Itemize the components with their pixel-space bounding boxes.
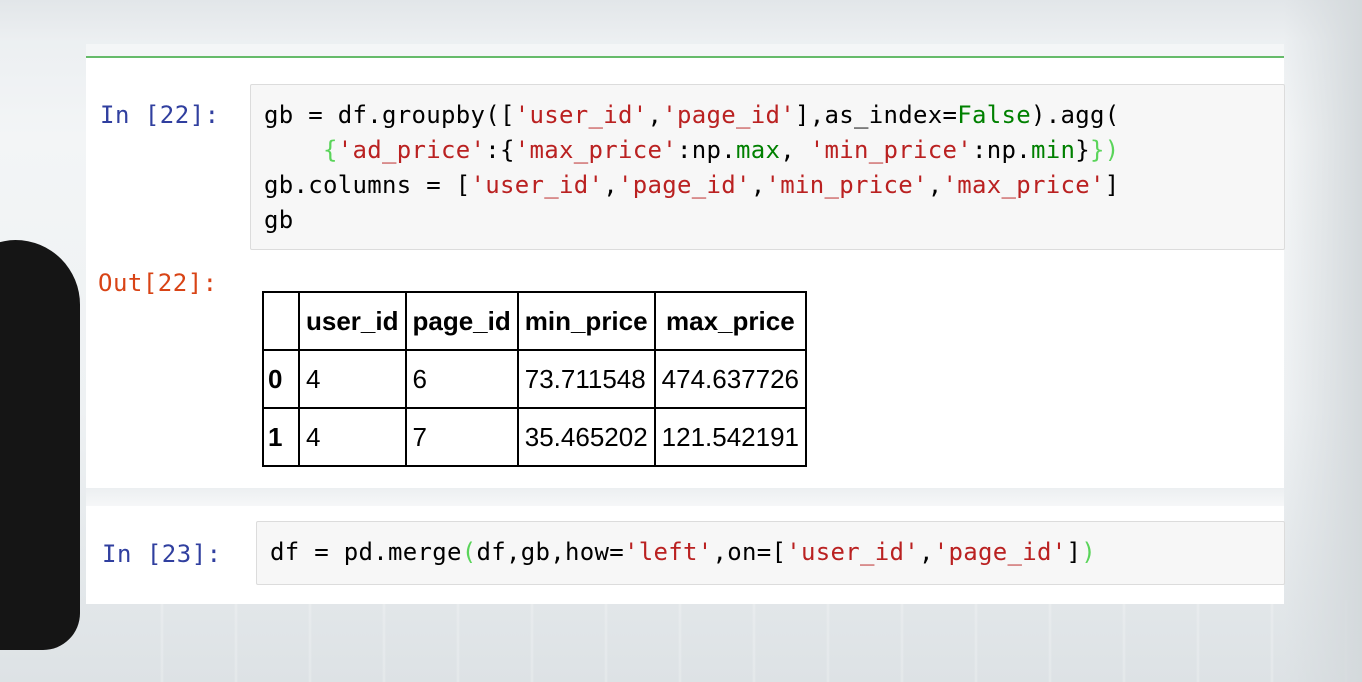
row-index: 0 xyxy=(262,349,300,409)
code-line-1: gb = df.groupby(['user_id','page_id'],as… xyxy=(264,101,1120,129)
table-header-index xyxy=(262,291,300,351)
video-background-pattern xyxy=(90,600,1362,682)
table-header-page-id: page_id xyxy=(404,291,519,351)
cell-page-id: 6 xyxy=(404,349,519,409)
cell-min-price: 35.465202 xyxy=(516,407,656,467)
presenter-silhouette xyxy=(0,240,80,650)
video-background-right xyxy=(1284,0,1362,682)
cell-max-price: 474.637726 xyxy=(653,349,808,409)
table-header-min-price: min_price xyxy=(516,291,656,351)
table-header-max-price: max_price xyxy=(653,291,808,351)
code-cell-23[interactable]: In [23]: df = pd.merge(df,gb,how='left',… xyxy=(86,506,1285,604)
row-index: 1 xyxy=(262,407,300,467)
code-line-3: gb.columns = ['user_id','page_id','min_p… xyxy=(264,171,1120,199)
cell-page-id: 7 xyxy=(404,407,519,467)
table-header-user-id: user_id xyxy=(298,291,407,351)
code-input-area[interactable]: df = pd.merge(df,gb,how='left',on=['user… xyxy=(256,521,1285,585)
cell-separator xyxy=(86,488,1284,506)
input-prompt: In [23]: xyxy=(102,540,222,568)
cell-user-id: 4 xyxy=(298,349,407,409)
table-row: 0 4 6 73.711548 474.637726 xyxy=(262,349,808,409)
dataframe-output-table: user_id page_id min_price max_price 0 4 … xyxy=(262,291,808,467)
code-cell-22[interactable]: In [22]: gb = df.groupby(['user_id','pag… xyxy=(86,44,1285,490)
table-row: 1 4 7 35.465202 121.542191 xyxy=(262,407,808,467)
input-prompt: In [22]: xyxy=(100,101,220,129)
code-line-1: df = pd.merge(df,gb,how='left',on=['user… xyxy=(270,538,1096,566)
code-line-2: {'ad_price':{'max_price':np.max, 'min_pr… xyxy=(323,136,1120,164)
cell-max-price: 121.542191 xyxy=(653,407,808,467)
code-input-area[interactable]: gb = df.groupby(['user_id','page_id'],as… xyxy=(250,84,1285,250)
table-header-row: user_id page_id min_price max_price xyxy=(262,291,808,351)
video-background-top xyxy=(0,0,1362,40)
cell-min-price: 73.711548 xyxy=(516,349,656,409)
cell-user-id: 4 xyxy=(298,407,407,467)
notebook-panel: In [22]: gb = df.groupby(['user_id','pag… xyxy=(86,44,1285,604)
output-prompt: Out[22]: xyxy=(98,269,218,297)
code-line-4: gb xyxy=(264,206,294,234)
